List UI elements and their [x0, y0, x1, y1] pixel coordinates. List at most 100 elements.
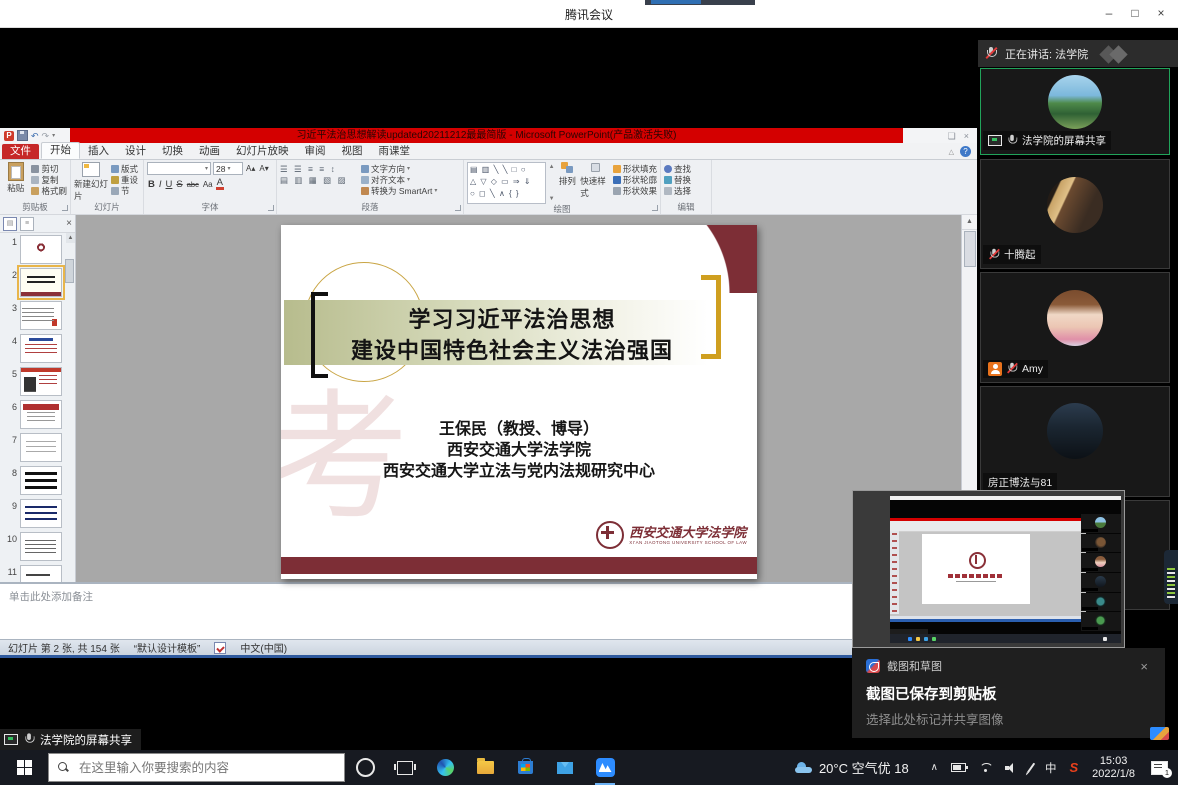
- undo-icon[interactable]: ↶: [31, 131, 39, 141]
- speaker-icon[interactable]: [1005, 763, 1017, 773]
- bold-button[interactable]: B: [147, 179, 156, 190]
- slide-thumbnail-10[interactable]: 10: [0, 532, 75, 565]
- smartart-button[interactable]: 转换为 SmartArt▾: [361, 186, 437, 196]
- task-view-button[interactable]: [385, 750, 425, 785]
- participant-tile-amy[interactable]: Amy: [980, 272, 1170, 383]
- tab-home[interactable]: 开始: [41, 142, 80, 159]
- arrange-button[interactable]: 排列: [558, 162, 578, 204]
- action-center-icon[interactable]: 1: [1151, 761, 1168, 775]
- scroll-up-icon[interactable]: ▲: [962, 215, 977, 230]
- shadow-button[interactable]: abc: [186, 180, 200, 189]
- slide-thumbnail-3[interactable]: 3: [0, 301, 75, 334]
- qat-dropdown-icon[interactable]: ▾: [52, 132, 55, 139]
- tab-animations[interactable]: 动画: [191, 144, 228, 159]
- align-icons[interactable]: ▤ ▥ ▦ ▧ ▨: [280, 175, 358, 185]
- store-button[interactable]: [505, 750, 545, 785]
- thumbnail-scrollbar[interactable]: ▲: [66, 233, 75, 582]
- slide-thumbnail-image[interactable]: [20, 466, 62, 495]
- mail-button[interactable]: [545, 750, 585, 785]
- battery-icon[interactable]: [951, 763, 966, 772]
- slide-thumbnail-6[interactable]: 6: [0, 400, 75, 433]
- grow-font-icon[interactable]: A▴: [245, 164, 256, 173]
- find-button[interactable]: 查找: [664, 164, 691, 174]
- slide-thumbnail-image[interactable]: [20, 532, 62, 561]
- maximize-button[interactable]: □: [1122, 0, 1148, 27]
- slide-thumbnail-11[interactable]: 11: [0, 565, 75, 582]
- text-direction-button[interactable]: 文字方向▾: [361, 164, 437, 174]
- dialog-launcher-icon[interactable]: [455, 205, 461, 211]
- dialog-launcher-icon[interactable]: [268, 205, 274, 211]
- edge-button[interactable]: [425, 750, 465, 785]
- reset-button[interactable]: 重设: [111, 175, 138, 185]
- slide-thumbnail-9[interactable]: 9: [0, 499, 75, 532]
- slide-thumbnail-4[interactable]: 4: [0, 334, 75, 367]
- slide-thumbnail-image[interactable]: [20, 433, 62, 462]
- close-button[interactable]: ×: [1148, 0, 1174, 27]
- section-button[interactable]: 节: [111, 186, 138, 196]
- tab-review[interactable]: 审阅: [297, 144, 334, 159]
- shape-fill-button[interactable]: 形状填充: [613, 164, 657, 174]
- bullets-numbering-icons[interactable]: ☰ ☰ ≡ ≡ ↕: [280, 164, 358, 174]
- tab-design[interactable]: 设计: [117, 144, 154, 159]
- slide-thumbnail-image[interactable]: [20, 334, 62, 363]
- new-slide-button[interactable]: 新建幻灯片: [74, 162, 108, 202]
- ppt-close-icon[interactable]: ×: [964, 131, 969, 141]
- shapes-gallery[interactable]: ▤ ▥ ╲ ╲ □ ○ △ ▽ ◇ ▭ ⇒ ⇓ ○ ◻ ╲ ∧ { }: [467, 162, 546, 204]
- strikethrough-button[interactable]: S: [175, 179, 183, 190]
- dialog-launcher-icon[interactable]: [652, 205, 658, 211]
- underline-button[interactable]: U: [165, 179, 174, 190]
- sogou-icon[interactable]: S: [1070, 760, 1079, 775]
- paste-button[interactable]: 粘贴: [3, 162, 28, 202]
- cut-button[interactable]: 剪切: [31, 164, 67, 174]
- tab-transitions[interactable]: 切换: [154, 144, 191, 159]
- taskbar-clock[interactable]: 15:03 2022/1/8: [1092, 755, 1135, 781]
- shrink-font-icon[interactable]: A▾: [258, 164, 269, 173]
- volume-level-widget[interactable]: [1164, 550, 1178, 604]
- italic-button[interactable]: I: [158, 179, 163, 190]
- tab-view[interactable]: 视图: [334, 144, 371, 159]
- participant-tile-2[interactable]: 十腾起: [980, 159, 1170, 269]
- slide-thumbnail-8[interactable]: 8: [0, 466, 75, 499]
- pen-icon[interactable]: [1027, 762, 1036, 773]
- screenshot-preview-window[interactable]: [852, 490, 1125, 648]
- font-color-button[interactable]: A: [216, 178, 224, 190]
- slide-thumbnail-image[interactable]: [20, 565, 62, 582]
- slide-thumbnail-image[interactable]: [20, 499, 62, 528]
- tab-slideshow[interactable]: 幻灯片放映: [228, 144, 297, 159]
- taskbar-search[interactable]: [48, 753, 345, 782]
- quick-styles-button[interactable]: 快速样式: [580, 162, 610, 204]
- ribbon-collapse-icon[interactable]: △: [949, 148, 954, 156]
- slide-thumbnail-7[interactable]: 7: [0, 433, 75, 466]
- slide-thumbnail-5[interactable]: 5: [0, 367, 75, 400]
- language-label[interactable]: 中文(中国): [240, 640, 287, 655]
- save-icon[interactable]: [17, 130, 28, 141]
- font-name-combo[interactable]: ▾: [147, 162, 211, 175]
- ime-indicator[interactable]: 中: [1045, 760, 1057, 776]
- wifi-icon[interactable]: [979, 763, 992, 773]
- align-text-button[interactable]: 对齐文本▾: [361, 175, 437, 185]
- slide-thumbnail-image[interactable]: [20, 235, 62, 264]
- spellcheck-icon[interactable]: [214, 642, 226, 654]
- ppt-restore-icon[interactable]: ❏: [948, 131, 956, 141]
- format-painter-button[interactable]: 格式刷: [31, 186, 67, 196]
- participant-tile-lawschool[interactable]: 法学院的屏幕共享: [980, 68, 1170, 155]
- copy-button[interactable]: 复制: [31, 175, 67, 185]
- slide-canvas[interactable]: 考 学习习近平法治思想 建设中国特色社会主义法治强国 王保民（教授、博导） 西安…: [281, 225, 757, 579]
- slides-tab-icon[interactable]: ▤: [3, 217, 17, 231]
- slide-thumbnail-1[interactable]: 1: [0, 235, 75, 268]
- outline-tab-icon[interactable]: ≡: [20, 217, 34, 231]
- start-button[interactable]: [0, 750, 48, 785]
- shape-outline-button[interactable]: 形状轮廓: [613, 175, 657, 185]
- panel-close-icon[interactable]: ×: [66, 218, 72, 229]
- shapes-scroll[interactable]: ▲▼: [549, 162, 555, 204]
- slide-editing-area[interactable]: 考 学习习近平法治思想 建设中国特色社会主义法治强国 王保民（教授、博导） 西安…: [76, 215, 961, 582]
- notification-subtitle[interactable]: 选择此处标记并共享图像: [866, 709, 1151, 728]
- scrollbar-thumb[interactable]: [964, 231, 976, 267]
- snip-notification[interactable]: 截图和草图 × 截图已保存到剪贴板 选择此处标记并共享图像: [852, 648, 1165, 738]
- tab-file[interactable]: 文件: [2, 144, 39, 159]
- file-explorer-button[interactable]: [465, 750, 505, 785]
- cortana-button[interactable]: [345, 750, 385, 785]
- tab-insert[interactable]: 插入: [80, 144, 117, 159]
- slide-thumbnail-image[interactable]: [20, 400, 62, 429]
- redo-icon[interactable]: ↷: [42, 131, 50, 141]
